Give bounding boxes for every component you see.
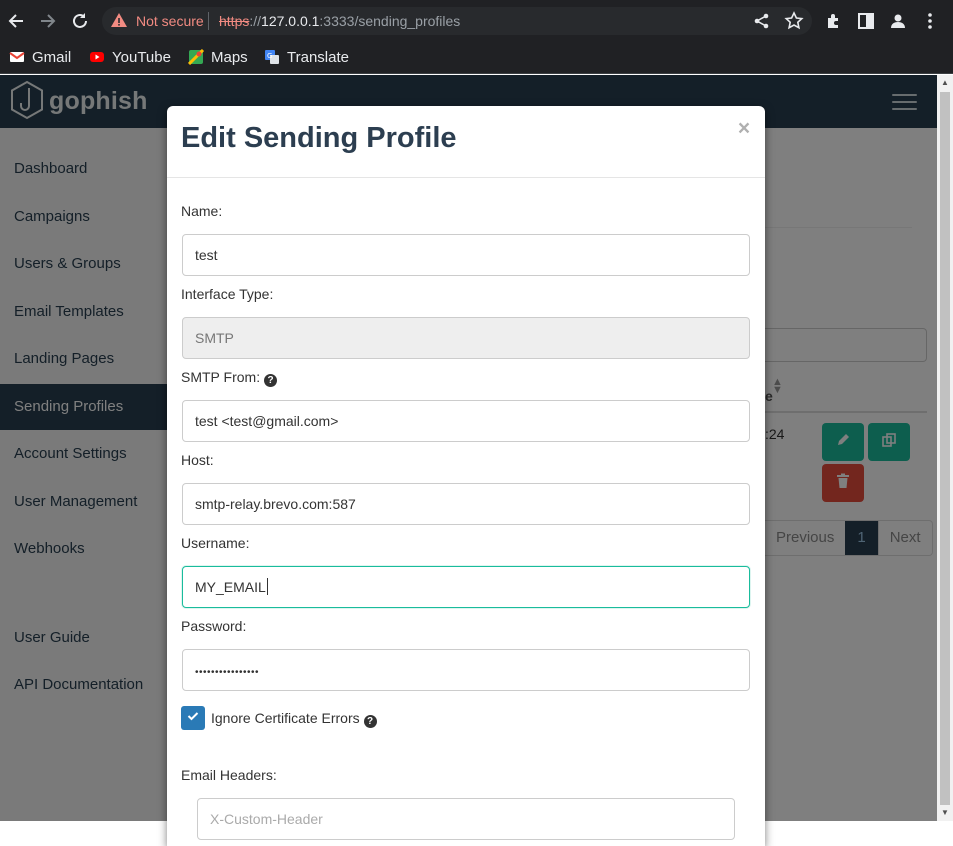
question-circle-icon[interactable]: ? bbox=[264, 374, 278, 387]
forward-arrow-icon[interactable] bbox=[37, 10, 59, 32]
ignore-cert-checkbox[interactable] bbox=[181, 706, 205, 730]
scroll-down-arrow-icon[interactable]: ▼ bbox=[937, 805, 953, 821]
extensions-icon[interactable] bbox=[823, 10, 845, 32]
share-icon[interactable] bbox=[751, 10, 773, 32]
custom-header-input[interactable]: X-Custom-Header bbox=[197, 798, 735, 840]
warning-icon bbox=[110, 11, 128, 29]
side-panel-icon[interactable] bbox=[855, 10, 877, 32]
gmail-icon bbox=[9, 49, 25, 65]
reload-icon[interactable] bbox=[69, 10, 91, 32]
scrollbar-thumb[interactable] bbox=[940, 92, 950, 805]
modal-title: Edit Sending Profile bbox=[181, 122, 457, 154]
bookmark-maps[interactable]: Maps bbox=[187, 47, 248, 67]
star-icon[interactable] bbox=[783, 10, 805, 32]
security-label[interactable]: Not secure bbox=[136, 13, 204, 29]
url-text[interactable]: https://127.0.0.1:3333/sending_profiles bbox=[219, 13, 460, 29]
bookmark-label: YouTube bbox=[112, 48, 171, 66]
username-input[interactable]: MY_EMAIL bbox=[182, 566, 750, 608]
youtube-icon bbox=[89, 49, 105, 65]
text-caret bbox=[266, 578, 268, 595]
smtp-from-label-text: SMTP From: bbox=[181, 369, 261, 385]
question-circle-icon[interactable]: ? bbox=[363, 715, 377, 728]
url-path: :3333/sending_profiles bbox=[319, 13, 461, 29]
translate-icon: G bbox=[264, 49, 280, 65]
close-icon[interactable]: × bbox=[736, 118, 752, 140]
svg-text:G: G bbox=[267, 52, 272, 60]
username-value: MY_EMAIL bbox=[195, 579, 266, 595]
url-scheme: https bbox=[219, 13, 250, 29]
bookmark-translate[interactable]: G Translate bbox=[264, 47, 349, 67]
bookmark-label: Translate bbox=[287, 48, 349, 66]
url-separator: :// bbox=[249, 13, 262, 29]
edit-sending-profile-modal bbox=[167, 106, 765, 846]
interface-type-input: SMTP bbox=[182, 317, 750, 359]
maps-icon bbox=[187, 48, 205, 66]
interface-type-label: Interface Type: bbox=[181, 286, 274, 302]
smtp-from-input[interactable]: test <test@gmail.com> bbox=[182, 400, 750, 442]
ignore-cert-label[interactable]: Ignore Certificate Errors? bbox=[211, 710, 377, 728]
kebab-menu-icon[interactable] bbox=[919, 10, 941, 32]
profile-icon[interactable] bbox=[887, 10, 909, 32]
bookmark-gmail[interactable]: Gmail bbox=[9, 47, 71, 67]
bookmark-label: Gmail bbox=[32, 48, 72, 66]
omnibox-divider bbox=[208, 12, 209, 30]
name-label: Name: bbox=[181, 203, 223, 219]
back-arrow-icon[interactable] bbox=[5, 10, 27, 32]
password-label: Password: bbox=[181, 618, 247, 634]
password-input[interactable]: •••••••••••••••• bbox=[182, 649, 750, 691]
scroll-up-arrow-icon[interactable]: ▲ bbox=[937, 75, 953, 91]
username-label: Username: bbox=[181, 535, 250, 551]
name-input[interactable]: test bbox=[182, 234, 750, 276]
smtp-from-label: SMTP From:? bbox=[181, 368, 278, 387]
host-input[interactable]: smtp-relay.brevo.com:587 bbox=[182, 483, 750, 525]
url-host: 127.0.0.1 bbox=[261, 13, 320, 29]
checkmark-icon bbox=[186, 709, 200, 728]
bookmark-label: Maps bbox=[211, 48, 248, 66]
modal-header-divider bbox=[167, 177, 765, 178]
bookmark-youtube[interactable]: YouTube bbox=[89, 47, 171, 67]
password-masked-value: •••••••••••••••• bbox=[195, 667, 260, 678]
email-headers-label: Email Headers: bbox=[181, 767, 277, 783]
host-label: Host: bbox=[181, 452, 214, 468]
ignore-cert-label-text: Ignore Certificate Errors bbox=[211, 710, 360, 726]
